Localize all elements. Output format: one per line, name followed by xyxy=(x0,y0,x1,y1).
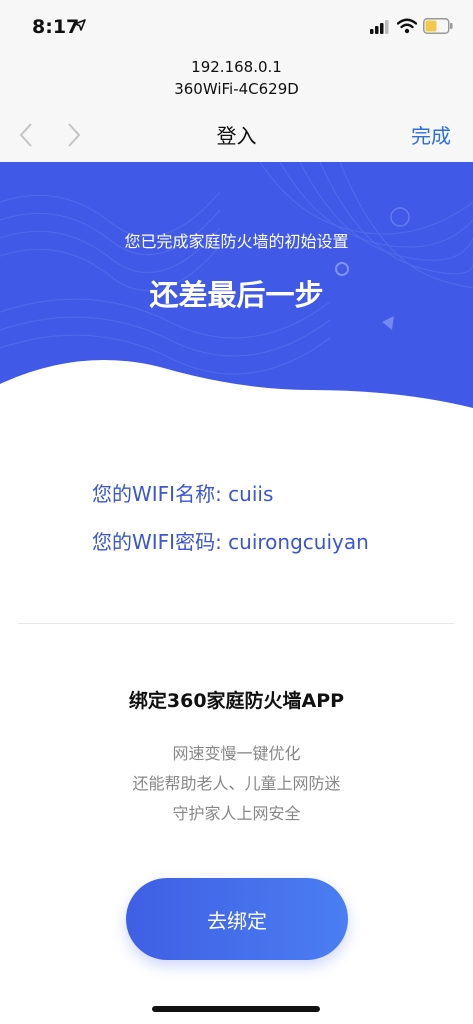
cellular-signal-icon xyxy=(370,20,389,34)
app-desc-line: 守护家人上网安全 xyxy=(172,804,301,823)
hero-title: 还差最后一步 xyxy=(149,278,324,312)
divider xyxy=(18,623,455,624)
status-time: 8:17 xyxy=(32,16,80,38)
wifi-icon xyxy=(397,18,417,34)
app-desc-line: 网速变慢一键优化 xyxy=(172,744,301,763)
done-button[interactable]: 完成 xyxy=(411,120,451,149)
hero-subtitle: 您已完成家庭防火墙的初始设置 xyxy=(124,232,349,251)
chevron-right-icon[interactable] xyxy=(66,122,82,148)
wifi-password: 您的WIFI密码: cuirongcuiyan xyxy=(92,530,369,554)
bind-button[interactable]: 去绑定 xyxy=(126,878,348,960)
battery-icon xyxy=(423,18,453,34)
chevron-left-icon[interactable] xyxy=(18,122,34,148)
browser-header: 192.168.0.1 360WiFi-4C629D 登入 完成 xyxy=(0,50,473,162)
home-indicator[interactable] xyxy=(152,1006,320,1012)
location-arrow-icon xyxy=(74,19,86,31)
url-host[interactable]: 192.168.0.1 xyxy=(0,58,473,76)
status-bar: 8:17 xyxy=(0,0,473,50)
app-title: 绑定360家庭防火墙APP xyxy=(128,690,345,712)
hero-banner: 您已完成家庭防火墙的初始设置 还差最后一步 xyxy=(0,162,473,422)
app-desc-line: 还能帮助老人、儿童上网防迷 xyxy=(132,774,341,793)
screen: 8:17 192.168.0.1 360WiFi-4C629D 登入 完成 您已… xyxy=(0,0,473,1024)
url-ssid: 360WiFi-4C629D xyxy=(174,80,299,98)
wifi-name: 您的WIFI名称: cuiis xyxy=(92,482,274,506)
